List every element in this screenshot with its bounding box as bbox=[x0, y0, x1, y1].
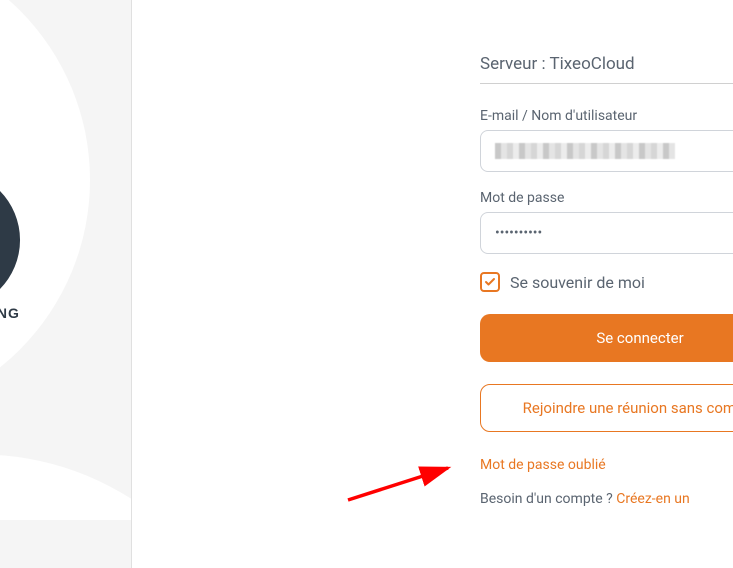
login-form: Serveur : TixeoCloud E-mail / Nom d'util… bbox=[480, 52, 733, 507]
join-without-account-button[interactable]: Rejoindre une réunion sans compte bbox=[480, 384, 733, 432]
login-main: Serveur : TixeoCloud E-mail / Nom d'util… bbox=[132, 0, 733, 568]
server-selector[interactable]: Serveur : TixeoCloud bbox=[480, 52, 733, 84]
brand-logo-fragment: ING bbox=[0, 0, 132, 568]
password-label: Mot de passe bbox=[480, 190, 733, 206]
annotation-arrow bbox=[340, 458, 460, 508]
server-label: Serveur : TixeoCloud bbox=[480, 54, 635, 74]
email-label: E-mail / Nom d'utilisateur bbox=[480, 108, 733, 124]
redacted-content bbox=[495, 143, 675, 159]
forgot-password-link[interactable]: Mot de passe oublié bbox=[480, 457, 606, 473]
remember-me-label: Se souvenir de moi bbox=[510, 273, 645, 292]
need-account-text: Besoin d'un compte ? Créez-en un bbox=[480, 491, 733, 507]
brand-text-fragment: ING bbox=[0, 305, 20, 321]
password-input[interactable] bbox=[480, 212, 733, 254]
remember-me-row: Se souvenir de moi bbox=[480, 272, 733, 292]
connect-button[interactable]: Se connecter bbox=[480, 314, 733, 362]
email-input[interactable] bbox=[480, 130, 733, 172]
create-account-link[interactable]: Créez-en un bbox=[616, 491, 689, 507]
remember-me-checkbox[interactable] bbox=[480, 272, 500, 292]
brand-side-panel: ING bbox=[0, 0, 132, 568]
check-icon bbox=[484, 276, 496, 288]
